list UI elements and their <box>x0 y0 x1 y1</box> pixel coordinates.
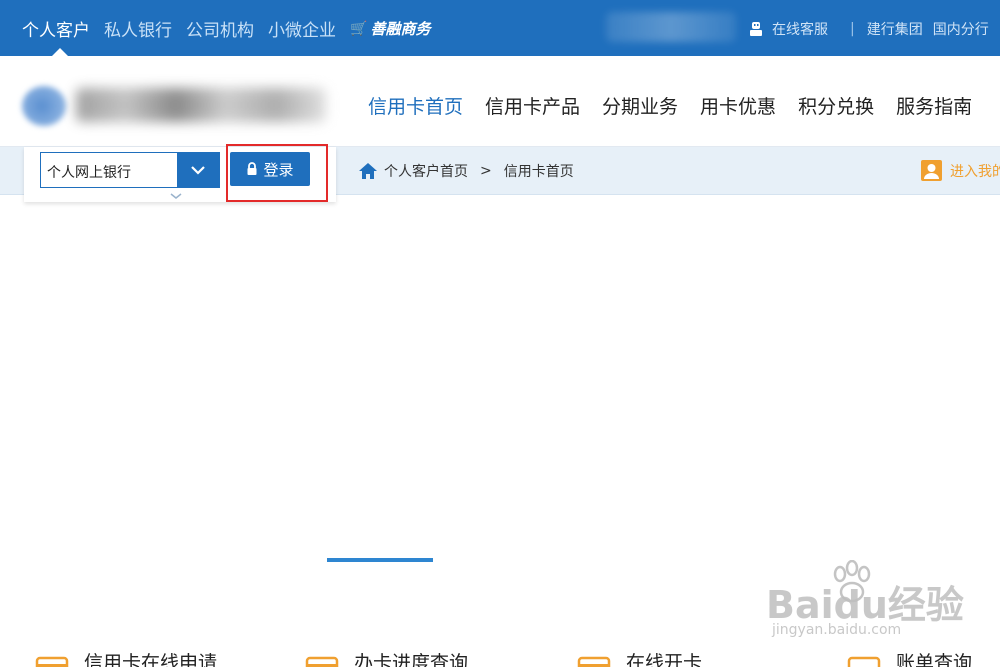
breadcrumb-card-home: 信用卡首页 <box>503 164 574 180</box>
top-nav-item-personal[interactable]: 个人客户 <box>22 16 90 41</box>
main-nav-card-products[interactable]: 信用卡产品 <box>485 92 580 119</box>
top-nav: 个人客户 私人银行 公司机构 小微企业 🛒 善融商务 <box>22 16 430 41</box>
main-nav: 信用卡首页 信用卡产品 分期业务 用卡优惠 积分兑换 服务指南 <box>368 92 994 119</box>
domestic-branch-link[interactable]: 国内分行 <box>933 19 989 39</box>
quick-service-item[interactable]: 在线开卡 <box>576 638 702 667</box>
blurred-region <box>606 12 736 42</box>
shopping-cart-icon: 🛒 <box>350 20 368 37</box>
header: 信用卡首页 信用卡产品 分期业务 用卡优惠 积分兑换 服务指南 <box>0 56 1000 146</box>
carousel-indicator[interactable] <box>327 558 433 562</box>
bank-logo[interactable] <box>22 82 340 128</box>
quick-service-item[interactable]: 信用卡在线申请 <box>34 638 217 667</box>
main-nav-points[interactable]: 积分兑换 <box>798 92 874 119</box>
top-nav-item-private-banking[interactable]: 私人银行 <box>104 16 172 41</box>
dropdown-button[interactable] <box>177 153 219 187</box>
customer-service-icon <box>750 22 762 36</box>
top-nav-item-small-business[interactable]: 小微企业 <box>268 16 336 41</box>
main-nav-card-offers[interactable]: 用卡优惠 <box>700 92 776 119</box>
shanrong-brand-link[interactable]: 🛒 善融商务 <box>350 18 430 39</box>
quick-service-item[interactable]: 办卡进度查询 <box>304 638 468 667</box>
main-nav-service-guide[interactable]: 服务指南 <box>896 92 972 119</box>
baidu-jingyan-watermark: Baidu经验 jingyan.baidu.com <box>756 560 976 660</box>
enter-my-label: 进入我的 <box>950 163 1000 180</box>
login-button[interactable]: 登录 <box>230 152 310 186</box>
breadcrumb-separator: > <box>480 163 492 179</box>
main-nav-installments[interactable]: 分期业务 <box>602 92 678 119</box>
expand-chevron-icon[interactable] <box>170 192 182 200</box>
top-right-links: 在线客服 | 建行集团 国内分行 <box>748 19 999 39</box>
login-panel: 个人网上银行 登录 <box>24 147 336 202</box>
watermark-url: jingyan.baidu.com <box>772 622 902 638</box>
lock-icon <box>247 162 257 175</box>
login-button-label: 登录 <box>263 160 294 179</box>
quick-service-label: 信用卡在线申请 <box>84 651 218 667</box>
channel-select[interactable]: 个人网上银行 <box>40 152 220 188</box>
watermark-brand: Baidu经验 <box>766 583 964 627</box>
breadcrumb-personal-home[interactable]: 个人客户首页 <box>384 161 468 181</box>
top-nav-item-corporate[interactable]: 公司机构 <box>186 16 254 41</box>
enter-my-link[interactable]: 进入我的 <box>921 160 1000 181</box>
divider: | <box>850 21 855 37</box>
home-icon[interactable] <box>358 162 378 180</box>
active-tab-caret <box>52 48 68 56</box>
chevron-down-icon <box>191 166 205 175</box>
user-icon <box>921 160 942 181</box>
online-service-link[interactable]: 在线客服 <box>772 19 828 39</box>
credit-card-apply-icon <box>35 656 69 667</box>
top-bar: 个人客户 私人银行 公司机构 小微企业 🛒 善融商务 在线客服 | 建行集团 国… <box>0 0 1000 56</box>
ccb-group-link[interactable]: 建行集团 <box>867 19 923 39</box>
main-nav-card-home[interactable]: 信用卡首页 <box>368 92 463 119</box>
quick-service-label: 办卡进度查询 <box>354 651 469 667</box>
channel-select-value: 个人网上银行 <box>47 165 131 181</box>
card-activate-icon <box>577 656 611 667</box>
quick-service-label: 在线开卡 <box>626 651 703 667</box>
card-progress-icon <box>305 656 339 667</box>
breadcrumb: 个人客户首页 > 信用卡首页 <box>358 161 574 181</box>
logo-emblem <box>22 86 66 126</box>
logo-text-blurred <box>76 88 326 122</box>
brand-label: 善融商务 <box>370 20 431 38</box>
